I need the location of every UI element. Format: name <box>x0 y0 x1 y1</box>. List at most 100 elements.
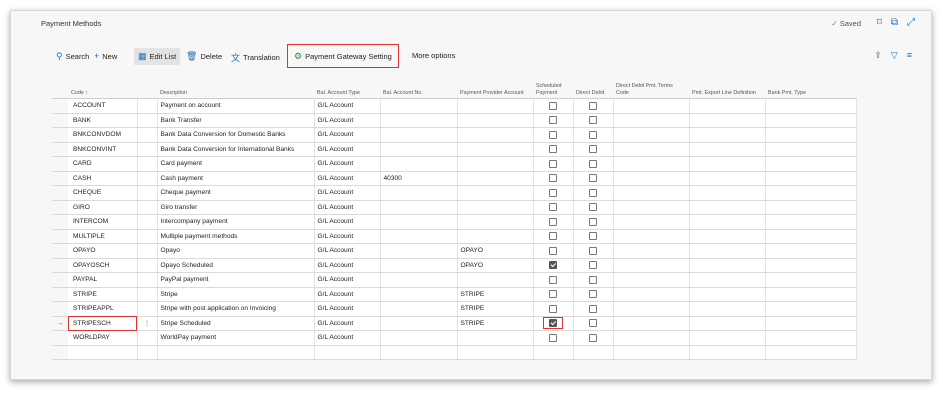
description-cell[interactable]: Cash payment <box>157 171 315 186</box>
bal-account-type-cell[interactable]: G/L Account <box>314 301 381 317</box>
pmt-export-line-definition-cell[interactable] <box>689 272 766 288</box>
bank-pmt-type-cell[interactable] <box>765 185 857 201</box>
empty-cell[interactable] <box>765 345 857 360</box>
pmt-export-line-definition-cell[interactable] <box>689 185 766 201</box>
direct-debit-checkbox[interactable] <box>589 290 597 299</box>
bal-account-no-cell[interactable] <box>380 185 458 201</box>
table-row[interactable]: WORLDPAY WorldPay payment G/L Account <box>52 330 857 346</box>
direct-debit-pmt-terms-code-cell[interactable] <box>613 98 690 114</box>
direct-debit-checkbox[interactable] <box>589 188 597 197</box>
description-cell[interactable]: Multiple payment methods <box>157 229 315 244</box>
payment-provider-account-cell[interactable]: STRIPE <box>457 316 534 331</box>
filter-icon[interactable]: ▽ <box>891 50 898 61</box>
bank-pmt-type-cell[interactable] <box>765 171 857 186</box>
scheduled-payment-checkbox[interactable] <box>549 203 557 212</box>
direct-debit-checkbox[interactable] <box>589 275 597 284</box>
bal-account-type-cell[interactable]: G/L Account <box>314 316 381 331</box>
scheduled-payment-checkbox[interactable] <box>549 290 557 299</box>
bal-account-no-cell[interactable] <box>380 330 458 346</box>
bank-pmt-type-cell[interactable] <box>765 330 857 346</box>
direct-debit-pmt-terms-code-cell[interactable] <box>613 258 690 273</box>
payment-provider-account-cell[interactable]: OPAYO <box>457 243 534 259</box>
list-view-icon[interactable]: ≡ <box>907 50 912 61</box>
code-cell[interactable]: MULTIPLE <box>68 229 138 244</box>
pmt-export-line-definition-cell[interactable] <box>689 171 766 186</box>
column-header-pmt-export-line-definition[interactable]: Pmt. Export Line Definition <box>689 76 765 99</box>
table-row[interactable]: MULTIPLE Multiple payment methods G/L Acco… <box>52 229 857 244</box>
bank-pmt-type-cell[interactable] <box>765 272 857 288</box>
bank-pmt-type-cell[interactable] <box>765 200 857 215</box>
bank-pmt-type-cell[interactable] <box>765 127 857 143</box>
payment-provider-account-cell[interactable] <box>457 156 534 172</box>
pmt-export-line-definition-cell[interactable] <box>689 113 766 128</box>
scheduled-payment-checkbox[interactable] <box>549 116 557 125</box>
direct-debit-checkbox[interactable] <box>589 319 597 328</box>
bal-account-type-cell[interactable]: G/L Account <box>314 185 381 201</box>
table-row[interactable]: INTERCOM Intercompany payment G/L Account <box>52 214 857 230</box>
scheduled-payment-checkbox[interactable] <box>549 130 557 139</box>
empty-cell[interactable] <box>573 345 614 360</box>
scheduled-payment-checkbox[interactable] <box>549 174 557 183</box>
pmt-export-line-definition-cell[interactable] <box>689 229 766 244</box>
direct-debit-pmt-terms-code-cell[interactable] <box>613 287 690 302</box>
pmt-export-line-definition-cell[interactable] <box>689 330 766 346</box>
scheduled-payment-checkbox[interactable] <box>549 304 557 313</box>
bal-account-no-cell[interactable] <box>380 200 458 215</box>
code-cell[interactable]: STRIPESCH <box>68 316 138 331</box>
pmt-export-line-definition-cell[interactable] <box>689 301 766 317</box>
direct-debit-pmt-terms-code-cell[interactable] <box>613 113 690 128</box>
bank-pmt-type-cell[interactable] <box>765 113 857 128</box>
bal-account-type-cell[interactable]: G/L Account <box>314 287 381 302</box>
translation-button[interactable]: 文 Translation <box>231 51 280 64</box>
direct-debit-checkbox[interactable] <box>589 145 597 154</box>
direct-debit-checkbox[interactable] <box>589 261 597 270</box>
bal-account-type-cell[interactable]: G/L Account <box>314 127 381 143</box>
payment-provider-account-cell[interactable]: OPAYO <box>457 258 534 273</box>
code-cell[interactable]: BNKCONVDOM <box>68 127 138 143</box>
payment-provider-account-cell[interactable] <box>457 127 534 143</box>
description-cell[interactable]: Bank Transfer <box>157 113 315 128</box>
bal-account-no-cell[interactable] <box>380 316 458 331</box>
payment-gateway-setting-button[interactable]: ⚙ Payment Gateway Setting <box>287 44 399 68</box>
direct-debit-pmt-terms-code-cell[interactable] <box>613 272 690 288</box>
description-cell[interactable]: Opayo <box>157 243 315 259</box>
code-cell[interactable]: STRIPEAPPL <box>68 301 138 317</box>
direct-debit-pmt-terms-code-cell[interactable] <box>613 243 690 259</box>
code-cell[interactable]: CARD <box>68 156 138 172</box>
bal-account-type-cell[interactable]: G/L Account <box>314 171 381 186</box>
bal-account-no-cell[interactable]: 40300 <box>380 171 458 186</box>
bal-account-type-cell[interactable]: G/L Account <box>314 258 381 273</box>
bank-pmt-type-cell[interactable] <box>765 301 857 317</box>
direct-debit-pmt-terms-code-cell[interactable] <box>613 330 690 346</box>
new-button[interactable]: + New <box>94 51 117 61</box>
code-cell[interactable]: PAYPAL <box>68 272 138 288</box>
bal-account-type-cell[interactable]: G/L Account <box>314 243 381 259</box>
open-new-window-icon[interactable]: ⧉ <box>891 17 898 28</box>
bank-pmt-type-cell[interactable] <box>765 98 857 114</box>
payment-provider-account-cell[interactable] <box>457 229 534 244</box>
code-cell[interactable]: STRIPE <box>68 287 138 302</box>
description-cell[interactable]: Giro transfer <box>157 200 315 215</box>
description-cell[interactable]: Bank Data Conversion for Domestic Banks <box>157 127 315 143</box>
column-header-direct-debit[interactable]: Direct Debit <box>573 76 613 99</box>
bal-account-no-cell[interactable] <box>380 258 458 273</box>
payment-provider-account-cell[interactable] <box>457 142 534 157</box>
delete-button[interactable]: 🗑 Delete <box>186 51 222 62</box>
pmt-export-line-definition-cell[interactable] <box>689 142 766 157</box>
direct-debit-checkbox[interactable] <box>589 174 597 183</box>
bal-account-type-cell[interactable]: G/L Account <box>314 113 381 128</box>
bank-pmt-type-cell[interactable] <box>765 243 857 259</box>
direct-debit-pmt-terms-code-cell[interactable] <box>613 200 690 215</box>
description-cell[interactable]: Payment on account <box>157 98 315 114</box>
direct-debit-pmt-terms-code-cell[interactable] <box>613 229 690 244</box>
pmt-export-line-definition-cell[interactable] <box>689 258 766 273</box>
table-row[interactable]: → STRIPESCH ⋮ Stripe Scheduled G/L Account ST… <box>52 316 857 331</box>
pmt-export-line-definition-cell[interactable] <box>689 98 766 114</box>
payment-provider-account-cell[interactable] <box>457 272 534 288</box>
code-cell[interactable]: INTERCOM <box>68 214 138 230</box>
bank-pmt-type-cell[interactable] <box>765 142 857 157</box>
bal-account-no-cell[interactable] <box>380 243 458 259</box>
table-row[interactable]: OPAYO Opayo G/L Account OPAYO <box>52 243 857 259</box>
bal-account-no-cell[interactable] <box>380 229 458 244</box>
empty-new-row[interactable] <box>52 345 857 360</box>
